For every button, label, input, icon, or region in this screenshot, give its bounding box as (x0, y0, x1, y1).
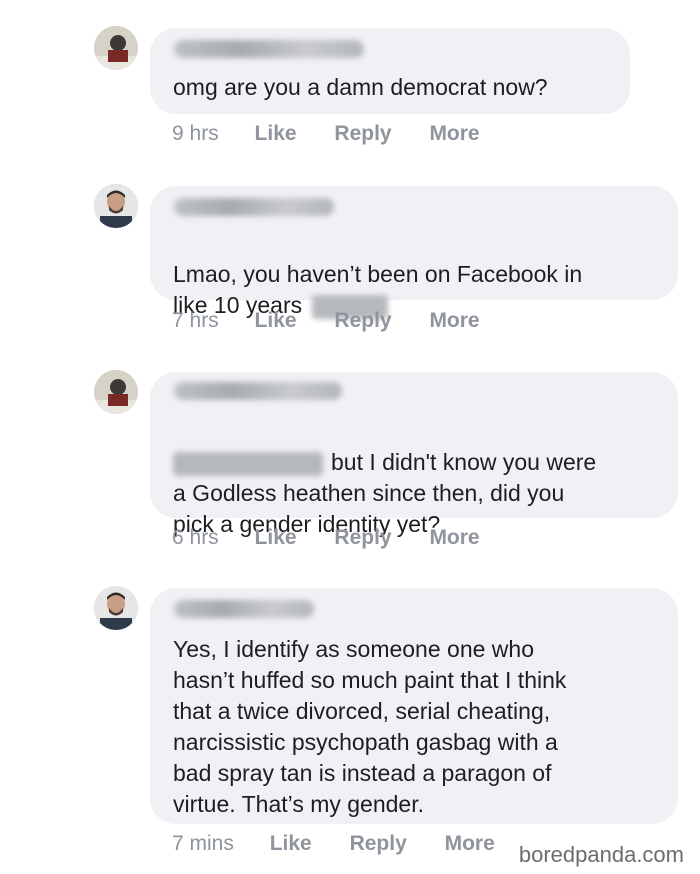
avatar[interactable] (94, 184, 138, 228)
comment-text: Yes, I identify as someone one who hasn’… (173, 636, 567, 817)
comment-bubble: Lmao, you haven’t been on Facebook in li… (150, 186, 678, 319)
avatar[interactable] (94, 370, 138, 414)
comment-actions: 7 mins Like Reply More (172, 832, 527, 856)
like-button[interactable]: Like (270, 832, 312, 856)
comment-text: but I didn't know you were a Godless hea… (173, 416, 660, 540)
more-button[interactable]: More (429, 526, 479, 550)
timestamp[interactable]: 7 mins (172, 832, 234, 856)
comment-bubble: omg are you a damn democrat now? (150, 28, 630, 114)
more-button[interactable]: More (445, 832, 495, 856)
redacted-author-name (174, 382, 342, 400)
comment-text-line1: but I didn't know you were (331, 449, 597, 475)
comment-actions: 6 hrs Like Reply More (172, 526, 512, 550)
redacted-content (173, 451, 323, 476)
redacted-author-name (174, 40, 364, 58)
like-button[interactable]: Like (255, 526, 297, 550)
comment-bubble: Yes, I identify as someone one who hasn’… (150, 588, 678, 824)
reply-button[interactable]: Reply (334, 526, 391, 550)
watermark: boredpanda.com (518, 842, 684, 867)
like-button[interactable]: Like (255, 309, 297, 333)
more-button[interactable]: More (429, 122, 479, 146)
avatar-photo-icon (94, 586, 138, 630)
redacted-author-name (174, 198, 334, 216)
redacted-author-name (174, 600, 314, 618)
more-button[interactable]: More (429, 309, 479, 333)
avatar-photo-icon (94, 26, 138, 70)
timestamp[interactable]: 7 hrs (172, 309, 219, 333)
timestamp[interactable]: 6 hrs (172, 526, 219, 550)
comment-actions: 7 hrs Like Reply More (172, 309, 512, 333)
comment-bubble: but I didn't know you were a Godless hea… (150, 372, 678, 537)
avatar-photo-icon (94, 184, 138, 228)
like-button[interactable]: Like (255, 122, 297, 146)
avatar[interactable] (94, 586, 138, 630)
timestamp[interactable]: 9 hrs (172, 122, 219, 146)
reply-button[interactable]: Reply (350, 832, 407, 856)
comment-text: Lmao, you haven’t been on Facebook in li… (173, 228, 660, 321)
avatar-photo-icon (94, 370, 138, 414)
reply-button[interactable]: Reply (334, 122, 391, 146)
avatar[interactable] (94, 26, 138, 70)
comment-actions: 9 hrs Like Reply More (172, 122, 512, 146)
reply-button[interactable]: Reply (334, 309, 391, 333)
comment-text: omg are you a damn democrat now? (173, 74, 548, 100)
